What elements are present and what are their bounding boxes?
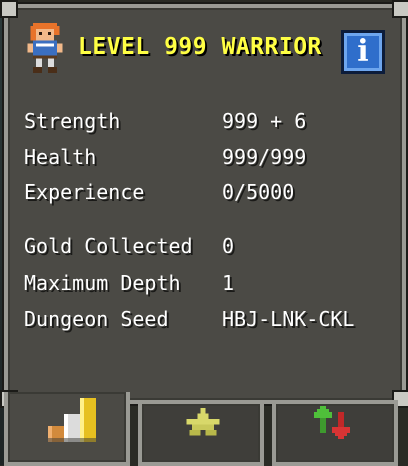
stat-value-gold: 0 bbox=[222, 234, 235, 258]
hero-title: LEVEL 999 WARRIOR bbox=[78, 34, 322, 60]
window-corner bbox=[0, 0, 18, 18]
stat-label-experience: Experience bbox=[24, 180, 145, 204]
window-corner bbox=[392, 0, 408, 18]
stat-value-health: 999/999 bbox=[222, 145, 307, 169]
stat-label-depth: Maximum Depth bbox=[24, 271, 181, 295]
warrior-portrait-icon bbox=[27, 23, 63, 73]
stat-value-depth: 1 bbox=[222, 271, 235, 295]
tab-stats[interactable] bbox=[4, 392, 130, 466]
info-button[interactable]: i bbox=[341, 30, 385, 74]
stat-value-experience: 0/5000 bbox=[222, 180, 295, 204]
stat-label-strength: Strength bbox=[24, 109, 121, 133]
stat-label-health: Health bbox=[24, 145, 97, 169]
star-icon bbox=[186, 408, 220, 436]
stat-value-seed: HBJ-LNK-CKL bbox=[222, 307, 355, 331]
tab-journal[interactable] bbox=[272, 400, 398, 466]
stat-label-gold: Gold Collected bbox=[24, 234, 193, 258]
bar-chart-icon bbox=[48, 398, 96, 442]
stat-value-strength: 999 + 6 bbox=[222, 109, 307, 133]
tab-badges[interactable] bbox=[138, 400, 264, 466]
stat-label-seed: Dungeon Seed bbox=[24, 307, 169, 331]
up-down-arrows-icon bbox=[314, 406, 350, 439]
